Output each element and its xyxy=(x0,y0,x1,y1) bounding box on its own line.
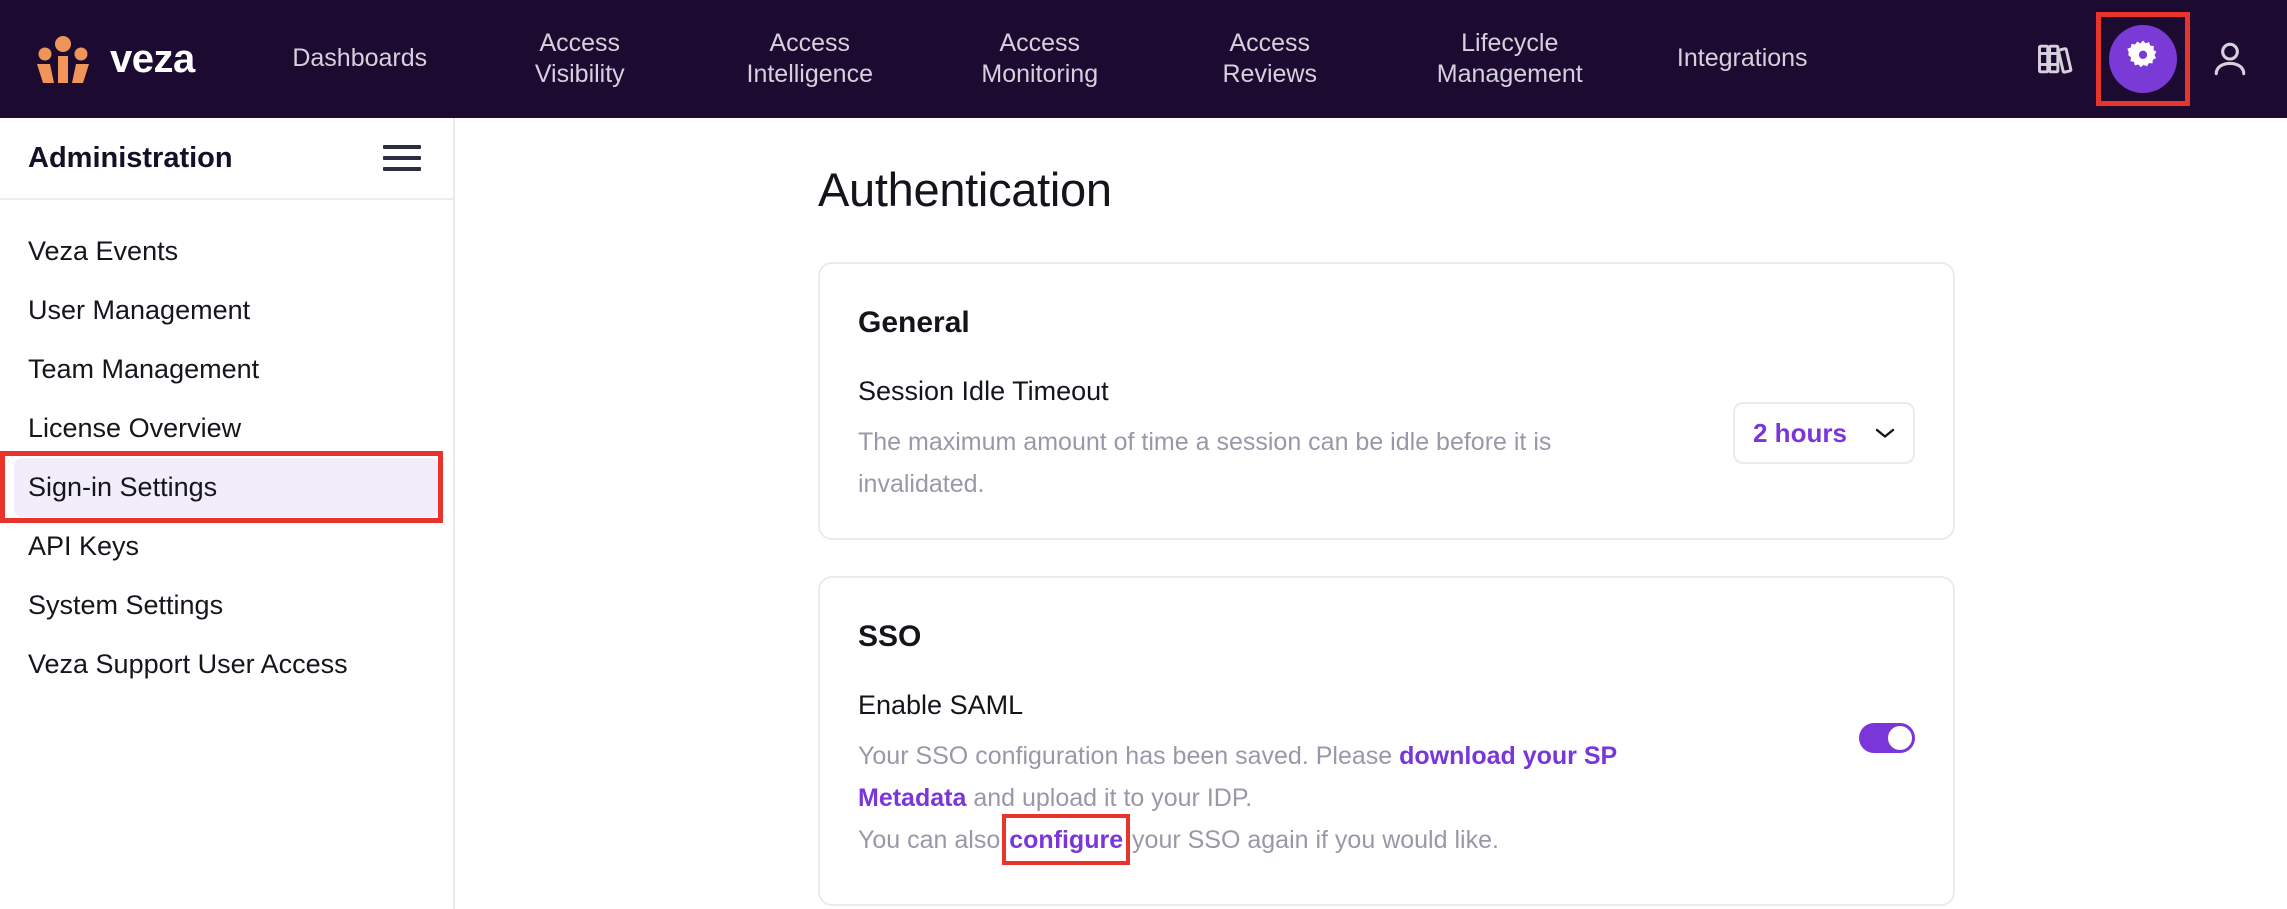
nav-item-dashboards[interactable]: Dashboards xyxy=(255,43,465,74)
sidebar-item-label: User Management xyxy=(28,295,251,325)
nav-item-access-monitoring[interactable]: Access Monitoring xyxy=(925,28,1155,91)
page-title: Authentication xyxy=(818,163,1112,216)
session-idle-timeout-row: Session Idle Timeout The maximum amount … xyxy=(858,376,1915,505)
sidebar-item-license-overview[interactable]: License Overview xyxy=(14,399,439,458)
general-settings-card: General Session Idle Timeout The maximum… xyxy=(818,262,1955,540)
hamburger-menu-icon[interactable] xyxy=(383,138,421,178)
enable-saml-text: Enable SAML Your SSO configuration has b… xyxy=(858,690,1628,865)
sidebar-header: Administration xyxy=(0,118,453,200)
enable-saml-row: Enable SAML Your SSO configuration has b… xyxy=(858,690,1915,865)
session-idle-timeout-control: 2 hours xyxy=(1733,376,1915,464)
toggle-switch-on-icon xyxy=(1888,726,1912,750)
sidebar-item-label: Team Management xyxy=(28,354,260,384)
sso-card-title: SSO xyxy=(858,620,922,653)
nav-items: Dashboards Access Visibility Access Inte… xyxy=(255,28,2029,91)
sidebar-item-label: API Keys xyxy=(28,531,140,561)
top-navigation-bar: veza Dashboards Access Visibility Access… xyxy=(0,0,2287,118)
general-card-title: General xyxy=(858,306,970,339)
sidebar-item-team-management[interactable]: Team Management xyxy=(14,340,439,399)
brand-name: veza xyxy=(110,37,195,81)
sidebar-item-label: Sign-in Settings xyxy=(28,472,218,502)
sidebar-item-veza-support-user-access[interactable]: Veza Support User Access xyxy=(14,635,439,694)
configure-sso-link[interactable]: configure xyxy=(1002,814,1131,865)
sidebar-item-veza-events[interactable]: Veza Events xyxy=(14,222,439,281)
brand-logo[interactable]: veza xyxy=(34,35,195,83)
sso-desc-part3: You can also xyxy=(858,826,1008,854)
sidebar: Administration Veza Events User Manageme… xyxy=(0,118,455,909)
sidebar-title: Administration xyxy=(28,141,233,174)
main-content: Authentication General Session Idle Time… xyxy=(457,118,2287,909)
user-avatar-icon[interactable] xyxy=(2203,32,2257,86)
library-books-icon[interactable] xyxy=(2029,32,2083,86)
chevron-down-icon xyxy=(1875,427,1895,439)
nav-right-actions xyxy=(2029,12,2257,106)
sidebar-item-sign-in-settings[interactable]: Sign-in Settings xyxy=(0,451,443,523)
sidebar-item-label: License Overview xyxy=(28,413,242,443)
nav-item-lifecycle-management[interactable]: Lifecycle Management xyxy=(1385,28,1635,91)
enable-saml-toggle[interactable] xyxy=(1859,723,1915,753)
enable-saml-control xyxy=(1859,690,1915,760)
enable-saml-label: Enable SAML xyxy=(858,690,1024,720)
sidebar-item-system-settings[interactable]: System Settings xyxy=(14,576,439,635)
session-idle-timeout-label: Session Idle Timeout xyxy=(858,376,1109,406)
sso-desc-part4: your SSO again if you would like. xyxy=(1125,826,1499,854)
session-timeout-select[interactable]: 2 hours xyxy=(1733,402,1915,464)
sidebar-item-label: Veza Events xyxy=(28,236,179,266)
nav-item-access-visibility[interactable]: Access Visibility xyxy=(465,28,695,91)
session-idle-timeout-text: Session Idle Timeout The maximum amount … xyxy=(858,376,1628,505)
sidebar-menu-list: Veza Events User Management Team Managem… xyxy=(0,200,453,694)
nav-item-access-intelligence[interactable]: Access Intelligence xyxy=(695,28,925,91)
sidebar-item-label: System Settings xyxy=(28,590,224,620)
nav-item-integrations[interactable]: Integrations xyxy=(1635,43,1850,74)
gear-icon xyxy=(2124,38,2162,81)
session-timeout-select-value: 2 hours xyxy=(1753,417,1847,448)
sso-desc-part1: Your SSO configuration has been saved. P… xyxy=(858,742,1400,770)
sso-desc-part2: and upload it to your IDP. xyxy=(966,784,1253,812)
veza-logo-icon xyxy=(34,35,92,83)
sso-settings-card: SSO Enable SAML Your SSO configuration h… xyxy=(818,576,1955,906)
settings-button[interactable] xyxy=(2096,12,2190,106)
sidebar-item-api-keys[interactable]: API Keys xyxy=(14,517,439,576)
session-idle-timeout-description: The maximum amount of time a session can… xyxy=(858,428,1552,498)
nav-item-access-reviews[interactable]: Access Reviews xyxy=(1155,28,1385,91)
enable-saml-description: Your SSO configuration has been saved. P… xyxy=(858,735,1628,865)
sidebar-item-label: Veza Support User Access xyxy=(28,649,348,679)
sidebar-item-user-management[interactable]: User Management xyxy=(14,281,439,340)
